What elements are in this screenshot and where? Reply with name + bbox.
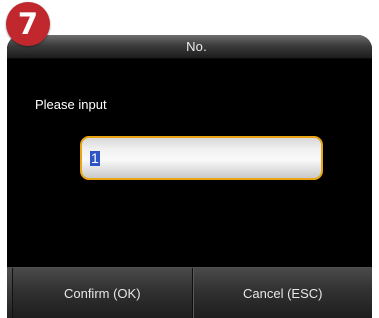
cancel-button[interactable]: Cancel (ESC) [193,268,372,318]
title-bar: No. [7,35,372,59]
number-input-field[interactable]: 1 [80,136,323,180]
screen-title: No. [186,39,207,54]
step-number-badge: 7 [6,2,50,46]
page: 7 No. Please input 1 Confirm (OK) Cancel… [0,0,379,318]
button-bar: Confirm (OK) Cancel (ESC) [7,267,372,318]
input-value: 1 [90,149,100,166]
input-prompt-label: Please input [35,97,107,112]
confirm-button[interactable]: Confirm (OK) [13,268,192,318]
device-screen: No. Please input 1 Confirm (OK) Cancel (… [7,35,372,318]
